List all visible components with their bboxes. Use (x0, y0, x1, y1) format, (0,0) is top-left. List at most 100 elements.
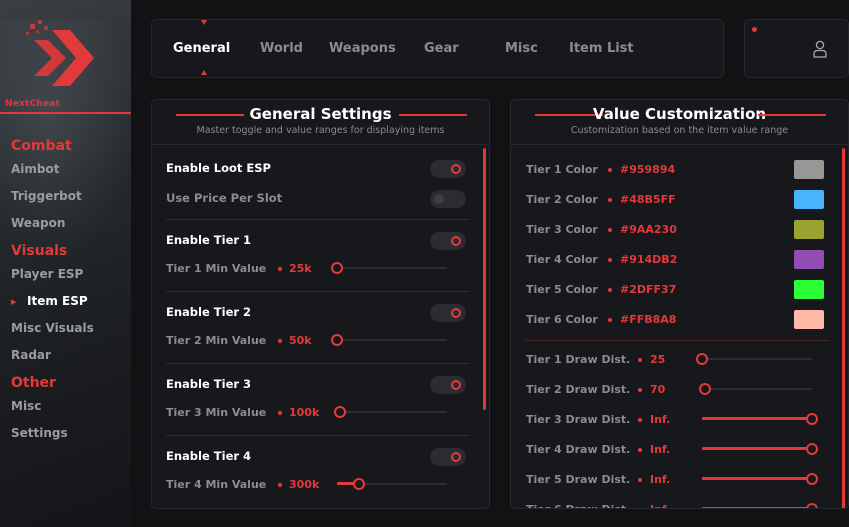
tab-weapons[interactable]: Weapons (329, 41, 396, 56)
sidebar-nav: Combat Aimbot Triggerbot Weapon Visuals Playe… (11, 136, 129, 447)
tier-4-draw-dist-label: Tier 4 Draw Dist. (526, 443, 631, 456)
section-divider (525, 340, 829, 341)
tier-4-color-swatch[interactable] (794, 250, 824, 269)
tier-2-color-hex: #48B5FF (620, 193, 676, 206)
scrollbar[interactable] (842, 148, 845, 508)
nav-section-visuals: Visuals (11, 243, 68, 259)
tier-6-color-hex: #FFB8A8 (620, 313, 677, 326)
enable-tier-3-toggle[interactable] (430, 376, 466, 394)
tier-3-draw-dist-slider-thumb[interactable] (806, 413, 818, 425)
tier-1-min-slider-thumb[interactable] (331, 262, 343, 274)
tier-4-draw-dist-slider-thumb[interactable] (806, 443, 818, 455)
tier-divider (166, 363, 470, 364)
tier-2-min-value-label: Tier 2 Min Value (166, 334, 267, 347)
value-bullet (608, 228, 612, 232)
tab-misc[interactable]: Misc (505, 41, 538, 56)
value-bullet (638, 448, 642, 452)
tier-2-min-slider-thumb[interactable] (331, 334, 343, 346)
tier-divider (166, 435, 470, 436)
tier-4-min-slider-thumb[interactable] (353, 478, 365, 490)
sidebar-item-settings[interactable]: Settings (11, 420, 129, 447)
value-bullet (638, 478, 642, 482)
tab-world[interactable]: World (260, 41, 303, 56)
tier-2-draw-dist-slider-thumb[interactable] (699, 383, 711, 395)
tier-2-color-swatch[interactable] (794, 190, 824, 209)
sidebar-item-weapon[interactable]: Weapon (11, 210, 129, 237)
tier-1-draw-dist-slider-thumb[interactable] (696, 353, 708, 365)
sidebar-item-radar[interactable]: Radar (11, 342, 129, 369)
value-bullet (638, 358, 642, 362)
tier-1-draw-dist-slider-track (702, 358, 812, 360)
tier-5-color-swatch[interactable] (794, 280, 824, 299)
status-dot (752, 27, 757, 32)
tier-3-color-swatch[interactable] (794, 220, 824, 239)
tier-3-draw-dist-slider-fill (702, 417, 812, 420)
tier-2-draw-dist-value: 70 (650, 383, 666, 396)
tier-divider (166, 219, 470, 220)
enable-tier-1-toggle[interactable] (430, 232, 466, 250)
tab-gear[interactable]: Gear (424, 41, 459, 56)
enable-tier-3-label: Enable Tier 3 (166, 377, 252, 391)
value-bullet (608, 168, 612, 172)
enable-tier-2-toggle-knob[interactable] (451, 308, 461, 318)
enable-loot-esp-toggle-knob[interactable] (451, 164, 461, 174)
tier-2-min-value: 50k (289, 334, 312, 347)
value-bullet (608, 318, 612, 322)
nav-section-other: Other (11, 375, 56, 391)
value-bullet (278, 339, 282, 343)
sidebar-item-misc[interactable]: Misc (11, 393, 129, 420)
tier-3-color-hex: #9AA230 (620, 223, 677, 236)
tab-item-list[interactable]: Item List (569, 41, 634, 56)
tier-6-color-swatch[interactable] (794, 310, 824, 329)
tier-4-color-label: Tier 4 Color (526, 253, 598, 266)
tier-6-draw-dist-slider-thumb[interactable] (806, 503, 818, 508)
tier-5-draw-dist-slider-thumb[interactable] (806, 473, 818, 485)
tier-1-color-swatch[interactable] (794, 160, 824, 179)
tier-6-draw-dist-value: Inf. (650, 503, 670, 508)
enable-tier-4-label: Enable Tier 4 (166, 449, 252, 463)
enable-tier-1-toggle-knob[interactable] (451, 236, 461, 246)
brand-name: NextCheat (5, 99, 61, 109)
tier-4-min-value-label: Tier 4 Min Value (166, 478, 267, 491)
tier-3-color-label: Tier 3 Color (526, 223, 598, 236)
tier-1-draw-dist-label: Tier 1 Draw Dist. (526, 353, 631, 366)
value-customization-subtitle: Customization based on the item value ra… (570, 125, 789, 136)
use-price-per-slot-label: Use Price Per Slot (166, 191, 283, 205)
value-bullet (608, 288, 612, 292)
profile-box[interactable] (744, 19, 849, 78)
enable-loot-esp-toggle[interactable] (430, 160, 466, 178)
tier-4-draw-dist-slider-fill (702, 447, 812, 450)
enable-tier-2-toggle[interactable] (430, 304, 466, 322)
tier-4-min-value: 300k (289, 478, 320, 491)
sidebar-item-player-esp[interactable]: Player ESP (11, 261, 129, 288)
tier-5-color-hex: #2DFF37 (620, 283, 677, 296)
enable-tier-1-label: Enable Tier 1 (166, 233, 252, 247)
enable-tier-4-toggle-knob[interactable] (451, 452, 461, 462)
enable-tier-2-label: Enable Tier 2 (166, 305, 252, 319)
enable-tier-4-toggle[interactable] (430, 448, 466, 466)
tier-3-min-slider-thumb[interactable] (334, 406, 346, 418)
sidebar-item-item-esp[interactable]: Item ESP (11, 288, 129, 315)
sidebar-item-triggerbot[interactable]: Triggerbot (11, 183, 129, 210)
sidebar-item-aimbot[interactable]: Aimbot (11, 156, 129, 183)
tab-general[interactable]: General (173, 41, 230, 56)
scrollbar[interactable] (483, 148, 486, 410)
tier-3-draw-dist-label: Tier 3 Draw Dist. (526, 413, 631, 426)
tier-4-draw-dist-value: Inf. (650, 443, 671, 456)
tier-1-color-hex: #959894 (620, 163, 676, 176)
tier-6-draw-dist-slider-fill (702, 507, 812, 508)
tier-2-min-slider-track (337, 339, 447, 341)
tier-4-color-hex: #914DB2 (620, 253, 678, 266)
value-bullet (608, 198, 612, 202)
enable-tier-3-toggle-knob[interactable] (451, 380, 461, 390)
sidebar-item-misc-visuals[interactable]: Misc Visuals (11, 315, 129, 342)
value-bullet (638, 508, 642, 509)
use-price-per-slot-toggle[interactable] (430, 190, 466, 208)
use-price-per-slot-toggle-knob[interactable] (434, 194, 444, 204)
tier-3-min-value-label: Tier 3 Min Value (166, 406, 267, 419)
tier-5-draw-dist-label: Tier 5 Draw Dist. (526, 473, 631, 486)
user-icon[interactable] (813, 40, 827, 58)
active-tab-marker (201, 20, 207, 25)
header-divider (152, 144, 489, 145)
tier-1-min-slider-track (337, 267, 447, 269)
